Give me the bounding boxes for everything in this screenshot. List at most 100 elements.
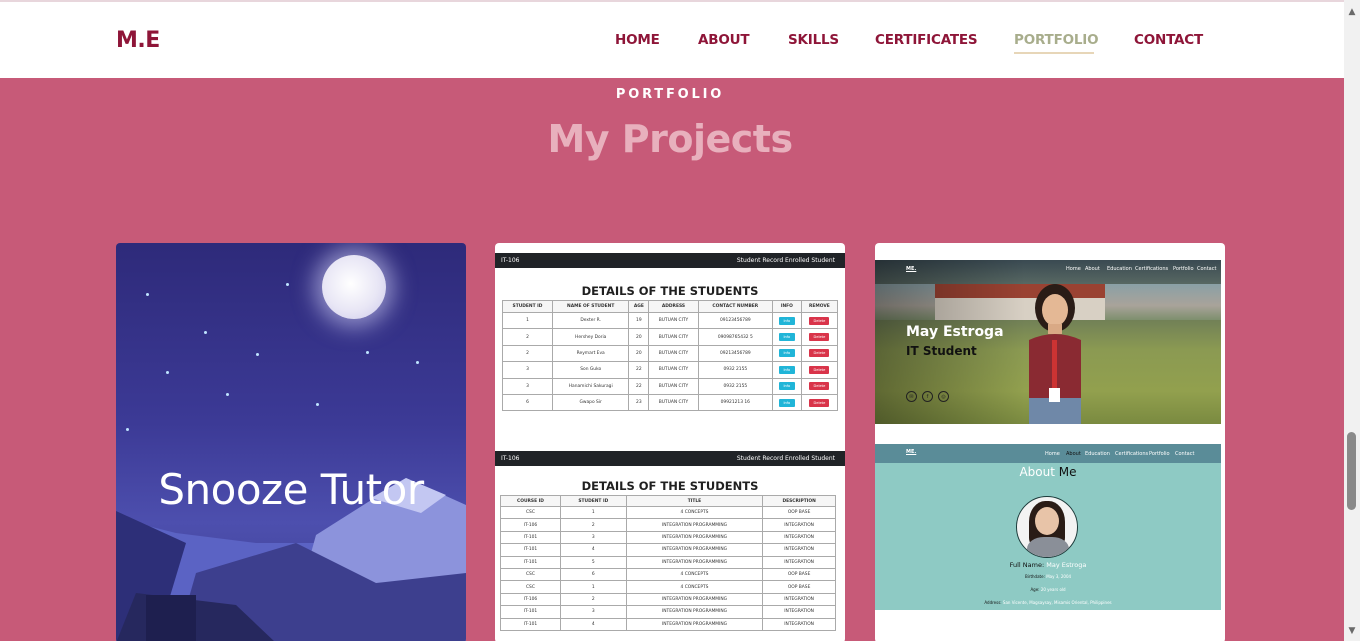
table-cell: IT-101 (500, 543, 561, 557)
table-cell: INTEGRATION PROGRAMMING (625, 518, 764, 532)
star-decoration (256, 353, 259, 356)
table-cell: BUTUAN CITY (648, 377, 699, 395)
portfolio-about-screenshot: ME. Home About Education Certifications … (875, 444, 1221, 610)
table-cell: 5 (559, 555, 627, 569)
nav-about[interactable]: ABOUT (698, 32, 750, 48)
table-cell: Info (771, 344, 802, 363)
mini-nav-education: Education (1085, 451, 1110, 457)
facebook-icon: f (922, 391, 933, 402)
mini-nav-contact: Contact (1197, 266, 1217, 272)
table-cell: Info (771, 361, 802, 379)
nav-contact[interactable]: CONTACT (1134, 32, 1203, 48)
table-cell: 09098765432 5 (697, 328, 773, 346)
info-button[interactable]: Info (778, 365, 795, 374)
table-cell: INTEGRATION PROGRAMMING (625, 555, 764, 569)
scroll-up-arrow-icon[interactable]: ▲ (1344, 4, 1360, 20)
table-cell: BUTUAN CITY (648, 328, 699, 346)
delete-button[interactable]: Delete (809, 316, 830, 325)
info-button[interactable]: Info (778, 333, 795, 342)
star-decoration (146, 293, 149, 296)
table-cell: 20 (628, 328, 650, 346)
address-label: Address: (984, 600, 1002, 605)
table-cell: BUTUAN CITY (648, 393, 699, 412)
table-cell: INTEGRATION (762, 530, 836, 545)
page-scrollbar[interactable] (1344, 0, 1360, 641)
brand-logo[interactable]: M.E (116, 28, 160, 53)
avatar (1016, 496, 1078, 558)
table-cell: INTEGRATION PROGRAMMING (625, 543, 764, 557)
table-cell: Hershey Doria (551, 328, 630, 346)
table-cell: Delete (800, 361, 839, 379)
delete-button[interactable]: Delete (809, 382, 830, 391)
mini-app-title: IT-106 (501, 257, 520, 264)
table-header-cell: AGE (628, 300, 650, 313)
table-cell: 09213456789 (697, 344, 773, 363)
delete-button[interactable]: Delete (809, 365, 830, 374)
nav-portfolio[interactable]: PORTFOLIO (1014, 32, 1099, 48)
table-row: IT-101 4 INTEGRATION PROGRAMMING INTEGRATIO… (500, 543, 836, 557)
info-button[interactable]: Info (778, 398, 795, 407)
table2-heading: DETAILS OF THE STUDENTS (581, 479, 759, 493)
delete-button[interactable]: Delete (809, 398, 830, 407)
table-row: 1 Dexter R. 19 BUTUAN CITY 09123456789 Info De… (502, 311, 839, 330)
table-cell: 4 CONCEPTS (625, 580, 764, 594)
table-cell: IT-101 (500, 605, 561, 619)
table-cell: 09123456789 (697, 311, 773, 330)
table-header-cell: INFO (771, 300, 802, 313)
scrollbar-thumb[interactable] (1347, 432, 1356, 510)
person-photo (1029, 284, 1081, 424)
delete-button[interactable]: Delete (809, 349, 830, 358)
table-row: CSC 1 4 CONCEPTS OOP BASE (500, 505, 836, 520)
table-header-cell: ADDRESS (648, 300, 699, 313)
table-cell: 3 (559, 530, 627, 545)
nav-certificates[interactable]: CERTIFICATES (875, 32, 978, 48)
scroll-down-arrow-icon[interactable]: ▼ (1344, 623, 1360, 639)
table-cell: 4 (559, 543, 627, 557)
mini-nav-home: Home (1066, 266, 1081, 272)
table-header-cell: STUDENT ID (502, 300, 553, 313)
info-button[interactable]: Info (778, 349, 795, 358)
project-card-student-records[interactable]: IT-106 Student Record Enrolled Student D… (495, 243, 845, 641)
table-row: IT-101 5 INTEGRATION PROGRAMMING INTEGRATIO… (500, 555, 836, 569)
table-cell: Info (771, 393, 802, 412)
table-cell: BUTUAN CITY (648, 344, 699, 363)
project-card-portfolio-website[interactable]: ME. Home About Education Certifications … (875, 243, 1225, 641)
table-cell: 6 (502, 393, 553, 412)
mini-app-bar: IT-106 Student Record Enrolled Student (495, 451, 845, 466)
table-cell: Delete (800, 328, 839, 346)
table-row: 3 Hanamichi Sakuragi 22 BUTUAN CITY 0932 215… (502, 377, 839, 395)
info-button[interactable]: Info (778, 316, 795, 325)
hero-name: May Estroga (906, 324, 1004, 340)
delete-button[interactable]: Delete (809, 333, 830, 342)
nav-skills[interactable]: SKILLS (788, 32, 839, 48)
mini-app-links: Student Record Enrolled Student (736, 455, 835, 462)
table-cell: INTEGRATION (762, 617, 836, 631)
mini-logo: ME. (906, 266, 917, 272)
star-decoration (204, 331, 207, 334)
mini-app-title: IT-106 (501, 455, 520, 462)
table-cell: IT-106 (500, 518, 561, 532)
table-cell: 2 (502, 344, 553, 363)
table-row: CSC 6 4 CONCEPTS OOP BASE (500, 567, 836, 582)
table-cell: 22 (628, 361, 650, 379)
mini-nav-home: Home (1045, 451, 1060, 457)
birthdate-line: Birthdate: May 3, 2004 (875, 574, 1221, 579)
table-cell: CSC (500, 505, 561, 520)
mini-nav-contact: Contact (1175, 451, 1195, 457)
info-button[interactable]: Info (778, 382, 795, 391)
table-header-cell: STUDENT ID (559, 495, 627, 507)
table-cell: IT-101 (500, 617, 561, 631)
table-cell: OOP BASE (762, 567, 836, 582)
project-card-snooze-tutor[interactable]: Snooze Tutor (116, 243, 466, 641)
birthdate-label: Birthdate: (1024, 574, 1045, 579)
table-row: IT-106 2 INTEGRATION PROGRAMMING INTEGRATIO… (500, 592, 836, 607)
table-cell: Info (771, 328, 802, 346)
table-row: IT-106 2 INTEGRATION PROGRAMMING INTEGRATIO… (500, 518, 836, 532)
table-cell: Delete (800, 344, 839, 363)
students-table: STUDENT ID NAME OF STUDENT AGE ADDRESS CONTA… (502, 300, 839, 412)
star-decoration (416, 361, 419, 364)
nav-home[interactable]: HOME (615, 32, 660, 48)
table-row: 2 Reymart Eva 20 BUTUAN CITY 09213456789 Info… (502, 344, 839, 363)
table-cell: Son Guko (551, 361, 630, 379)
table-cell: 23 (628, 393, 650, 412)
